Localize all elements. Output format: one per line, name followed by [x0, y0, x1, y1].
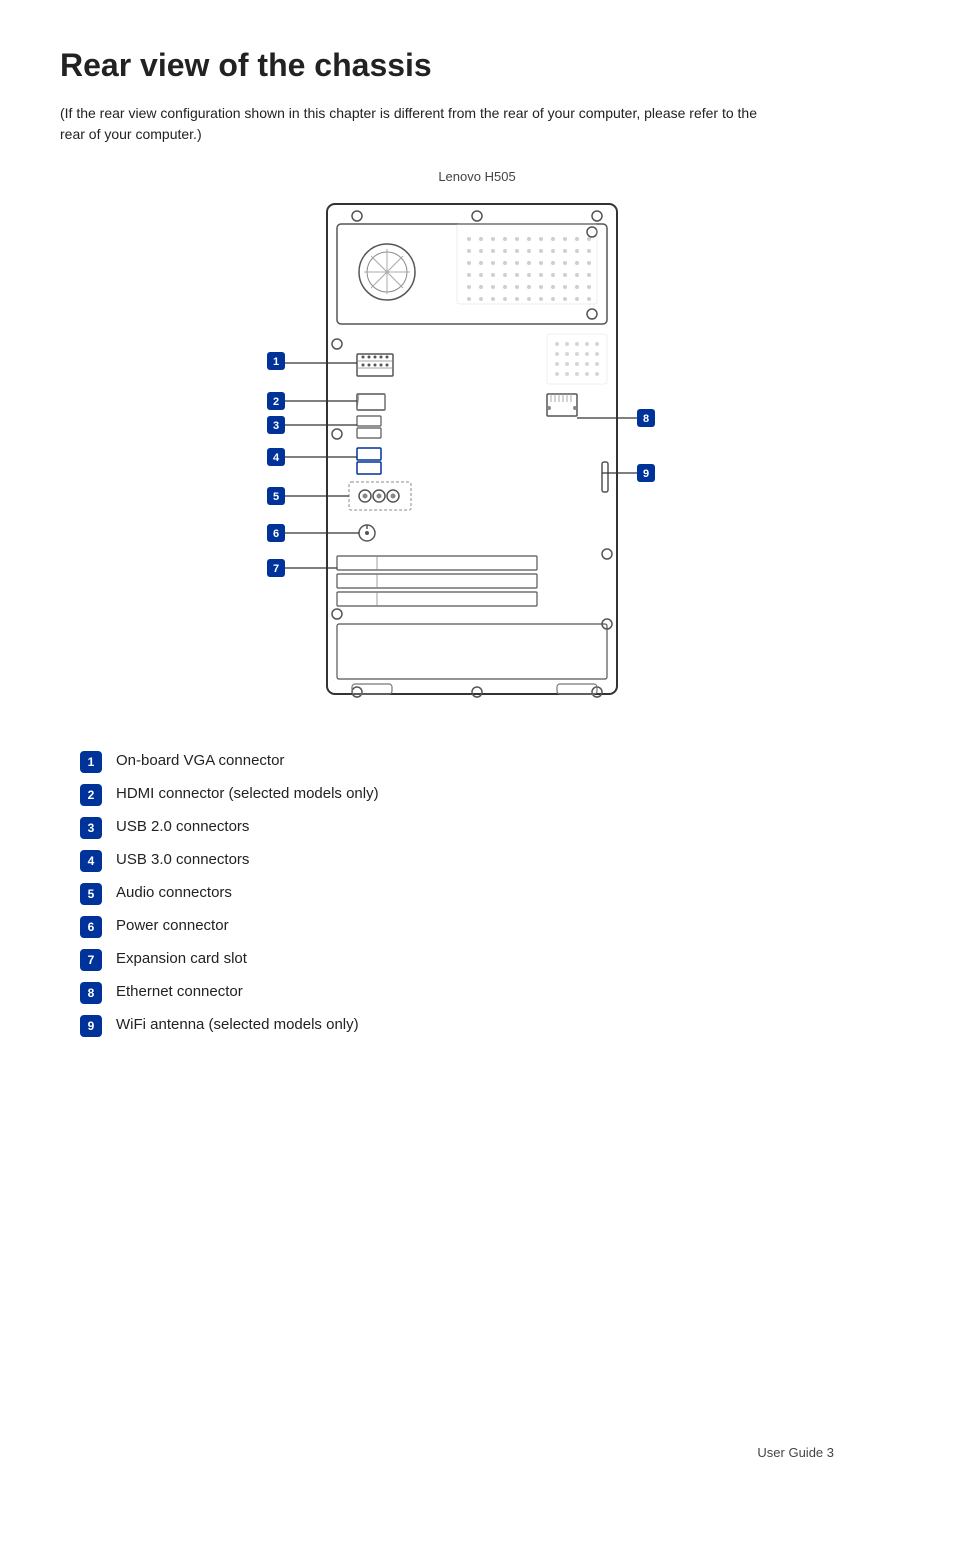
svg-text:3: 3 — [273, 420, 279, 432]
chassis-svg: vent dots — [237, 194, 717, 714]
legend-badge-7: 7 — [80, 949, 102, 971]
legend-item-2: 2 HDMI connector (selected models only) — [80, 783, 894, 806]
legend-list: 1 On-board VGA connector 2 HDMI connector (… — [60, 750, 894, 1037]
diagram-container: Lenovo H505 — [60, 169, 894, 714]
legend-badge-3: 3 — [80, 817, 102, 839]
legend-label-3: USB 2.0 connectors — [116, 816, 249, 837]
legend-label-2: HDMI connector (selected models only) — [116, 783, 379, 804]
legend-item-3: 3 USB 2.0 connectors — [80, 816, 894, 839]
diagram-label: Lenovo H505 — [438, 169, 515, 184]
legend-label-5: Audio connectors — [116, 882, 232, 903]
legend-item-5: 5 Audio connectors — [80, 882, 894, 905]
page-title: Rear view of the chassis — [60, 48, 894, 83]
svg-text:4: 4 — [273, 452, 280, 464]
legend-item-8: 8 Ethernet connector — [80, 981, 894, 1004]
legend-badge-1: 1 — [80, 751, 102, 773]
intro-text: (If the rear view configuration shown in… — [60, 103, 780, 145]
legend-label-4: USB 3.0 connectors — [116, 849, 249, 870]
legend-label-7: Expansion card slot — [116, 948, 247, 969]
svg-text:9: 9 — [643, 468, 649, 480]
svg-text:5: 5 — [273, 491, 279, 503]
legend-badge-6: 6 — [80, 916, 102, 938]
legend-item-6: 6 Power connector — [80, 915, 894, 938]
page-wrap: Rear view of the chassis (If the rear vi… — [60, 48, 894, 1500]
footer-text: User Guide 3 — [757, 1445, 834, 1460]
legend-badge-8: 8 — [80, 982, 102, 1004]
legend-label-8: Ethernet connector — [116, 981, 243, 1002]
legend-badge-9: 9 — [80, 1015, 102, 1037]
svg-text:6: 6 — [273, 528, 279, 540]
legend-label-1: On-board VGA connector — [116, 750, 284, 771]
svg-text:1: 1 — [273, 356, 279, 368]
chassis-diagram: vent dots — [237, 194, 717, 714]
legend-badge-5: 5 — [80, 883, 102, 905]
legend-item-1: 1 On-board VGA connector — [80, 750, 894, 773]
legend-item-7: 7 Expansion card slot — [80, 948, 894, 971]
legend-label-6: Power connector — [116, 915, 229, 936]
legend-label-9: WiFi antenna (selected models only) — [116, 1014, 359, 1035]
legend-item-9: 9 WiFi antenna (selected models only) — [80, 1014, 894, 1037]
svg-text:7: 7 — [273, 563, 279, 575]
legend-badge-2: 2 — [80, 784, 102, 806]
legend-item-4: 4 USB 3.0 connectors — [80, 849, 894, 872]
svg-text:2: 2 — [273, 396, 279, 408]
legend-badge-4: 4 — [80, 850, 102, 872]
svg-text:8: 8 — [643, 413, 649, 425]
